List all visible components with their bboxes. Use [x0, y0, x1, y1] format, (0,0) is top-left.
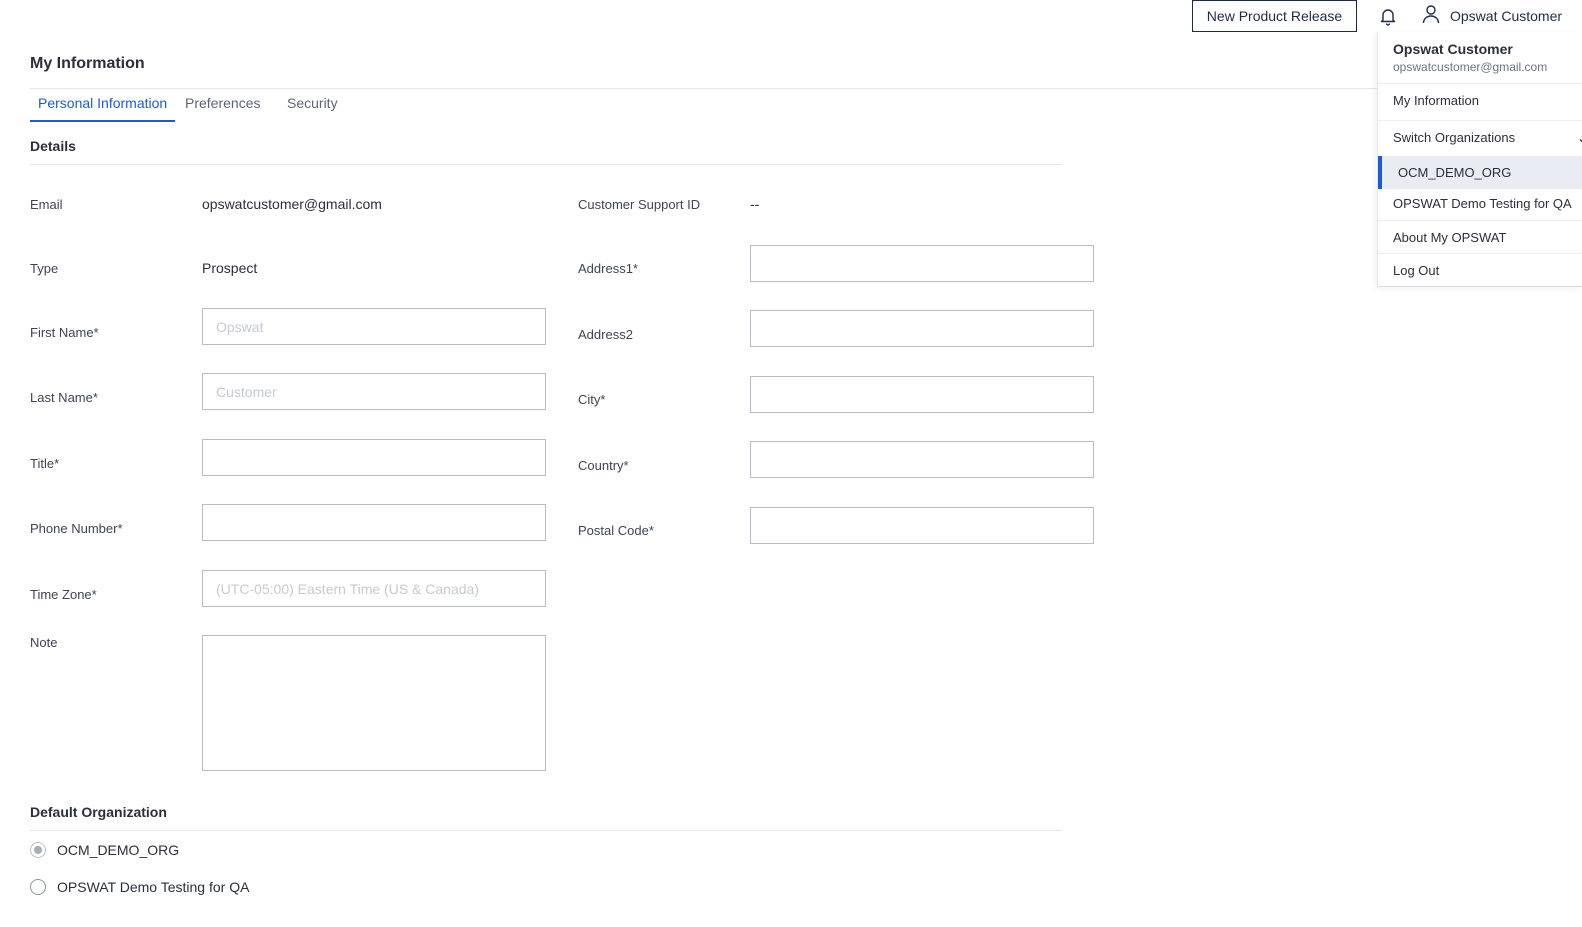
- menu-user-name: Opswat Customer: [1393, 41, 1513, 57]
- time-zone-select[interactable]: [202, 570, 546, 607]
- menu-user-header: Opswat Customer opswatcustomer@gmail.com: [1393, 41, 1547, 74]
- notification-bell-icon[interactable]: [1378, 6, 1398, 26]
- time-zone-label: Time Zone*: [30, 587, 97, 602]
- new-product-release-button[interactable]: New Product Release: [1192, 0, 1357, 32]
- tab-personal-information[interactable]: Personal Information: [30, 95, 176, 122]
- page-title: My Information: [30, 55, 145, 72]
- menu-item-about[interactable]: About My OPSWAT: [1378, 220, 1582, 253]
- default-org-option-label: OPSWAT Demo Testing for QA: [57, 879, 250, 895]
- user-name: Opswat Customer: [1450, 8, 1563, 24]
- email-value: opswatcustomer@gmail.com: [202, 196, 382, 212]
- address2-label: Address2: [578, 327, 633, 342]
- first-name-label: First Name*: [30, 325, 99, 340]
- tab-preferences[interactable]: Preferences: [185, 95, 260, 122]
- note-label: Note: [30, 635, 58, 650]
- menu-item-switch-organizations[interactable]: Switch Organizations: [1378, 120, 1582, 153]
- title-field[interactable]: [202, 439, 546, 476]
- default-org-option[interactable]: OCM_DEMO_ORG: [30, 842, 179, 858]
- first-name-field[interactable]: [202, 308, 546, 345]
- address2-field[interactable]: [750, 310, 1094, 347]
- postal-code-label: Postal Code*: [578, 523, 654, 538]
- phone-number-label: Phone Number*: [30, 521, 123, 536]
- type-value: Prospect: [202, 260, 258, 276]
- type-label: Type: [30, 261, 59, 276]
- details-heading: Details: [30, 138, 76, 154]
- email-label: Email: [30, 197, 63, 212]
- city-label: City*: [578, 392, 606, 407]
- default-org-option-label: OCM_DEMO_ORG: [57, 842, 180, 858]
- menu-item-log-out[interactable]: Log Out: [1378, 253, 1582, 286]
- postal-code-field[interactable]: [750, 507, 1094, 544]
- country-field[interactable]: [750, 441, 1094, 478]
- last-name-label: Last Name*: [30, 390, 98, 405]
- menu-item-my-information[interactable]: My Information: [1378, 83, 1582, 116]
- note-textarea[interactable]: [202, 635, 546, 771]
- radio-button[interactable]: [30, 879, 46, 895]
- menu-item-org-other[interactable]: OPSWAT Demo Testing for QA: [1378, 187, 1582, 220]
- user-icon: [1422, 4, 1440, 29]
- default-org-option[interactable]: OPSWAT Demo Testing for QA: [30, 879, 249, 895]
- phone-number-field[interactable]: [202, 504, 546, 541]
- user-menu-toggle[interactable]: Opswat Customer: [1422, 4, 1562, 28]
- address1-field[interactable]: [750, 245, 1094, 282]
- details-divider: [30, 164, 1062, 165]
- user-dropdown-menu: Opswat Customer opswatcustomer@gmail.com…: [1377, 32, 1582, 287]
- menu-item-org-selected[interactable]: OCM_DEMO_ORG: [1378, 156, 1582, 189]
- default-organization-divider: [30, 830, 1062, 831]
- menu-item-switch-organizations-label: Switch Organizations: [1393, 129, 1516, 145]
- tab-security[interactable]: Security: [287, 95, 338, 122]
- tab-bar: Personal Information Preferences Securit…: [30, 88, 1380, 122]
- address1-label: Address1*: [578, 261, 638, 276]
- country-label: Country*: [578, 458, 629, 473]
- customer-support-id-value: --: [750, 196, 760, 212]
- customer-support-id-label: Customer Support ID: [578, 197, 701, 212]
- radio-button-checked[interactable]: [30, 842, 46, 858]
- menu-user-email: opswatcustomer@gmail.com: [1393, 60, 1548, 74]
- title-label: Title*: [30, 456, 60, 471]
- city-field[interactable]: [750, 376, 1094, 413]
- last-name-field[interactable]: [202, 373, 546, 410]
- default-organization-heading: Default Organization: [30, 804, 167, 820]
